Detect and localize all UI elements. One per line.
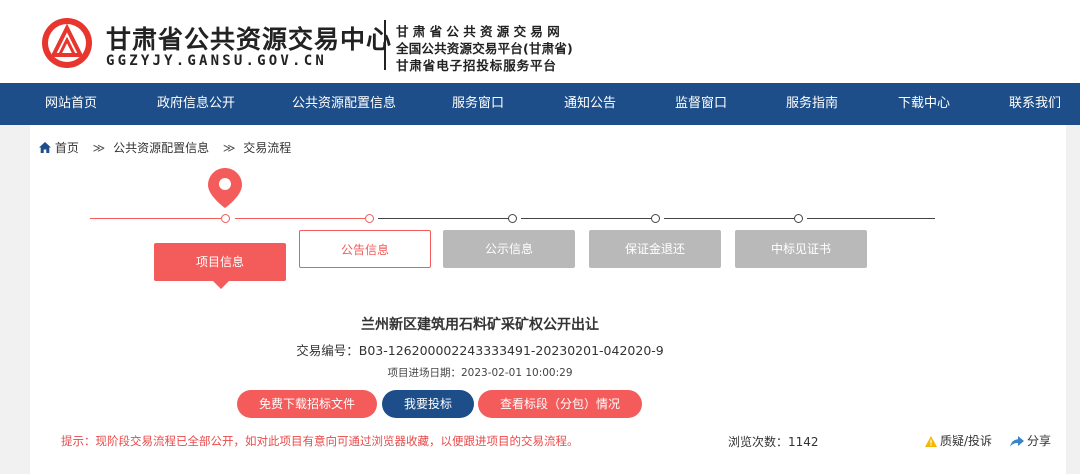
- share-link[interactable]: 分享: [1010, 432, 1051, 449]
- progress-node: [794, 214, 803, 223]
- project-code: B03-126200002243333491-20230201-042020-9: [358, 343, 664, 358]
- nav-item-resource-info[interactable]: 公共资源配置信息: [292, 83, 396, 125]
- progress-track-done: [90, 218, 222, 219]
- nav-item-contact[interactable]: 联系我们: [1009, 83, 1061, 125]
- share-icon: [1010, 436, 1024, 447]
- header-divider: [384, 20, 386, 70]
- view-sections-button[interactable]: 查看标段（分包）情况: [478, 390, 642, 418]
- progress-track: [664, 218, 794, 219]
- progress-node: [365, 214, 374, 223]
- site-domain: GGZYJY.GANSU.GOV.CN: [106, 53, 327, 69]
- project-date-label: 项目进场日期：: [387, 367, 461, 379]
- progress-track: [521, 218, 651, 219]
- nav-item-supervision[interactable]: 监督窗口: [675, 83, 727, 125]
- progress-track: [807, 218, 935, 219]
- project-date: 2023-02-01 10:00:29: [460, 367, 573, 379]
- project-title: 兰州新区建筑用石料矿采矿权公开出让: [361, 317, 599, 333]
- report-link[interactable]: 质疑/投诉: [925, 432, 992, 449]
- progress-track: [378, 218, 508, 219]
- step-project-info[interactable]: 项目信息: [154, 243, 286, 281]
- home-icon: [39, 142, 51, 153]
- nav-item-home[interactable]: 网站首页: [45, 83, 97, 125]
- progress-track-done: [235, 218, 365, 219]
- step-publicity[interactable]: 公示信息: [443, 230, 575, 268]
- logo-icon[interactable]: [40, 16, 94, 70]
- site-header: 甘肃省公共资源交易中心 GGZYJY.GANSU.GOV.CN 甘肃省公共资源交…: [0, 0, 1080, 83]
- progress-node: [221, 214, 230, 223]
- breadcrumb-level2: 交易流程: [243, 141, 292, 155]
- main-nav: 网站首页 政府信息公开 公共资源配置信息 服务窗口 通知公告 监督窗口 服务指南…: [0, 83, 1080, 125]
- main-content: 首页 ≫ 公共资源配置信息 ≫ 交易流程 项目信息 公告信息 公示信息 保证金退…: [30, 125, 1066, 474]
- chevron-right-icon: ≫: [222, 141, 236, 155]
- nav-item-guide[interactable]: 服务指南: [786, 83, 838, 125]
- breadcrumb-level1[interactable]: 公共资源配置信息: [113, 141, 209, 155]
- step-deposit-refund[interactable]: 保证金退还: [589, 230, 721, 268]
- project-date-line: 项目进场日期：2023-02-01 10:00:29: [30, 365, 930, 380]
- bid-button[interactable]: 我要投标: [382, 390, 474, 418]
- step-active-arrow: [213, 281, 229, 289]
- step-announcement[interactable]: 公告信息: [299, 230, 431, 268]
- progress-node: [651, 214, 660, 223]
- location-pin-icon: [208, 168, 242, 208]
- view-count-label: 浏览次数：: [728, 435, 789, 449]
- nav-item-notices[interactable]: 通知公告: [564, 83, 616, 125]
- download-tender-button[interactable]: 免费下载招标文件: [237, 390, 377, 418]
- nav-item-downloads[interactable]: 下载中心: [898, 83, 950, 125]
- warning-icon: [925, 436, 937, 447]
- project-code-line: 交易编号：B03-126200002243333491-20230201-042…: [30, 340, 930, 359]
- chevron-right-icon: ≫: [92, 141, 106, 155]
- nav-item-service-window[interactable]: 服务窗口: [452, 83, 504, 125]
- site-subtitle-3: 甘肃省电子招投标服务平台: [396, 58, 557, 73]
- site-title: 甘肃省公共资源交易中心: [106, 25, 393, 54]
- progress-node: [508, 214, 517, 223]
- breadcrumb: 首页 ≫ 公共资源配置信息 ≫ 交易流程: [39, 139, 295, 156]
- view-count-value: 1142: [788, 435, 819, 449]
- report-label: 质疑/投诉: [940, 434, 993, 448]
- project-code-label: 交易编号：: [296, 343, 359, 358]
- nav-item-gov-info[interactable]: 政府信息公开: [157, 83, 235, 125]
- share-label: 分享: [1027, 434, 1052, 448]
- step-award-certificate[interactable]: 中标见证书: [735, 230, 867, 268]
- tip-text: 提示：现阶段交易流程已全部公开，如对此项目有意向可通过浏览器收藏，以便跟进项目的…: [61, 434, 579, 448]
- view-count: 浏览次数：1142: [728, 433, 819, 450]
- breadcrumb-home[interactable]: 首页: [55, 141, 79, 155]
